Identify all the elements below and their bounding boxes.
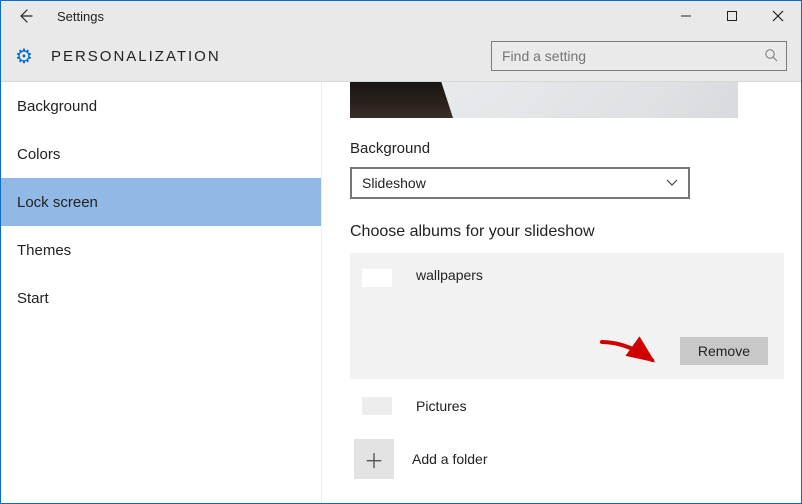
titlebar: Settings xyxy=(1,1,801,31)
sidebar-item-label: Colors xyxy=(17,146,60,163)
background-dropdown[interactable]: Slideshow xyxy=(350,167,690,199)
album-row-pictures[interactable]: Pictures xyxy=(350,397,785,415)
sidebar: Background Colors Lock screen Themes Sta… xyxy=(1,82,322,503)
search-box[interactable] xyxy=(491,41,787,71)
choose-albums-label: Choose albums for your slideshow xyxy=(350,223,785,241)
album-thumbnail xyxy=(362,269,392,287)
lock-screen-preview xyxy=(350,82,738,118)
sidebar-item-colors[interactable]: Colors xyxy=(1,130,321,178)
sidebar-item-start[interactable]: Start xyxy=(1,274,321,322)
close-button[interactable] xyxy=(755,1,801,31)
settings-window: Settings ⚙ PERSONALIZATION xyxy=(0,0,802,504)
maximize-button[interactable] xyxy=(709,1,755,31)
sidebar-item-label: Start xyxy=(17,290,49,307)
sidebar-item-label: Lock screen xyxy=(17,194,98,211)
add-folder-label: Add a folder xyxy=(412,451,488,467)
sidebar-item-lock-screen[interactable]: Lock screen xyxy=(1,178,321,226)
minimize-button[interactable] xyxy=(663,1,709,31)
album-name: wallpapers xyxy=(416,267,483,283)
body: Background Colors Lock screen Themes Sta… xyxy=(1,82,801,503)
album-card-selected[interactable]: wallpapers Remove xyxy=(350,253,784,379)
search-icon xyxy=(764,48,778,65)
album-thumbnail xyxy=(362,397,392,415)
gear-icon: ⚙ xyxy=(15,44,33,69)
sidebar-item-background[interactable]: Background xyxy=(1,82,321,130)
window-title: Settings xyxy=(57,9,104,24)
album-name: Pictures xyxy=(416,398,467,414)
sidebar-item-label: Background xyxy=(17,98,97,115)
content-area: Background Slideshow Choose albums for y… xyxy=(322,82,801,503)
sidebar-item-themes[interactable]: Themes xyxy=(1,226,321,274)
plus-icon: ＋ xyxy=(354,439,394,479)
chevron-down-icon xyxy=(666,176,678,190)
dropdown-value: Slideshow xyxy=(362,175,666,191)
header: ⚙ PERSONALIZATION xyxy=(1,31,801,82)
remove-button-label: Remove xyxy=(698,343,750,359)
sidebar-item-label: Themes xyxy=(17,242,71,259)
background-label: Background xyxy=(350,140,785,157)
back-button[interactable] xyxy=(9,1,41,31)
remove-button[interactable]: Remove xyxy=(680,337,768,365)
search-input[interactable] xyxy=(500,47,764,65)
page-title: PERSONALIZATION xyxy=(51,48,221,65)
add-folder-row[interactable]: ＋ Add a folder xyxy=(350,439,785,479)
